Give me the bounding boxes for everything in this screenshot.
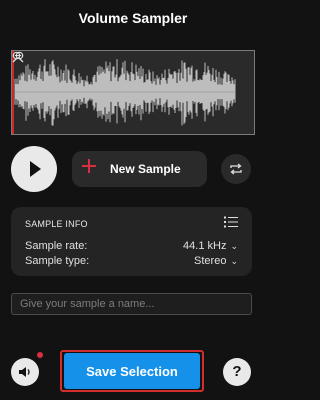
help-button[interactable]: ? [223, 358, 251, 386]
sample-rate-value: 44.1 kHz [183, 240, 227, 252]
waveform-path [14, 59, 236, 126]
save-selection-button[interactable]: Save Selection [64, 353, 200, 389]
zoom-in-icon[interactable] [12, 51, 24, 63]
repeat-icon [230, 163, 242, 175]
sample-info-heading: SAMPLE INFO [25, 219, 88, 229]
plus-icon [82, 159, 96, 173]
list-icon[interactable] [224, 216, 238, 228]
speaker-button[interactable] [11, 358, 39, 386]
sample-type-label: Sample type: [25, 255, 90, 267]
chevron-down-icon: ⌄ [230, 241, 238, 251]
sample-type-value: Stereo [194, 255, 227, 267]
new-sample-button[interactable]: New Sample [72, 151, 207, 187]
sample-rate-label: Sample rate: [25, 240, 88, 252]
notification-dot [37, 352, 43, 358]
selection-handle[interactable] [12, 51, 14, 134]
sample-rate-select[interactable]: 44.1 kHz ⌄ [183, 240, 238, 252]
sample-type-select[interactable]: Stereo ⌄ [194, 255, 238, 267]
app-title: Volume Sampler [78, 10, 188, 26]
play-icon [30, 161, 41, 177]
waveform-editor[interactable] [11, 50, 255, 135]
sample-name-input[interactable] [11, 293, 252, 315]
sample-info-card: SAMPLE INFO Sample rate: 44.1 kHz ⌄ Sampl… [11, 207, 252, 276]
speaker-icon [19, 367, 30, 377]
new-sample-label: New Sample [110, 162, 181, 176]
waveform-graphic [14, 59, 236, 126]
play-button[interactable] [11, 146, 57, 192]
loop-button[interactable] [221, 154, 251, 184]
chevron-down-icon: ⌄ [230, 256, 238, 266]
